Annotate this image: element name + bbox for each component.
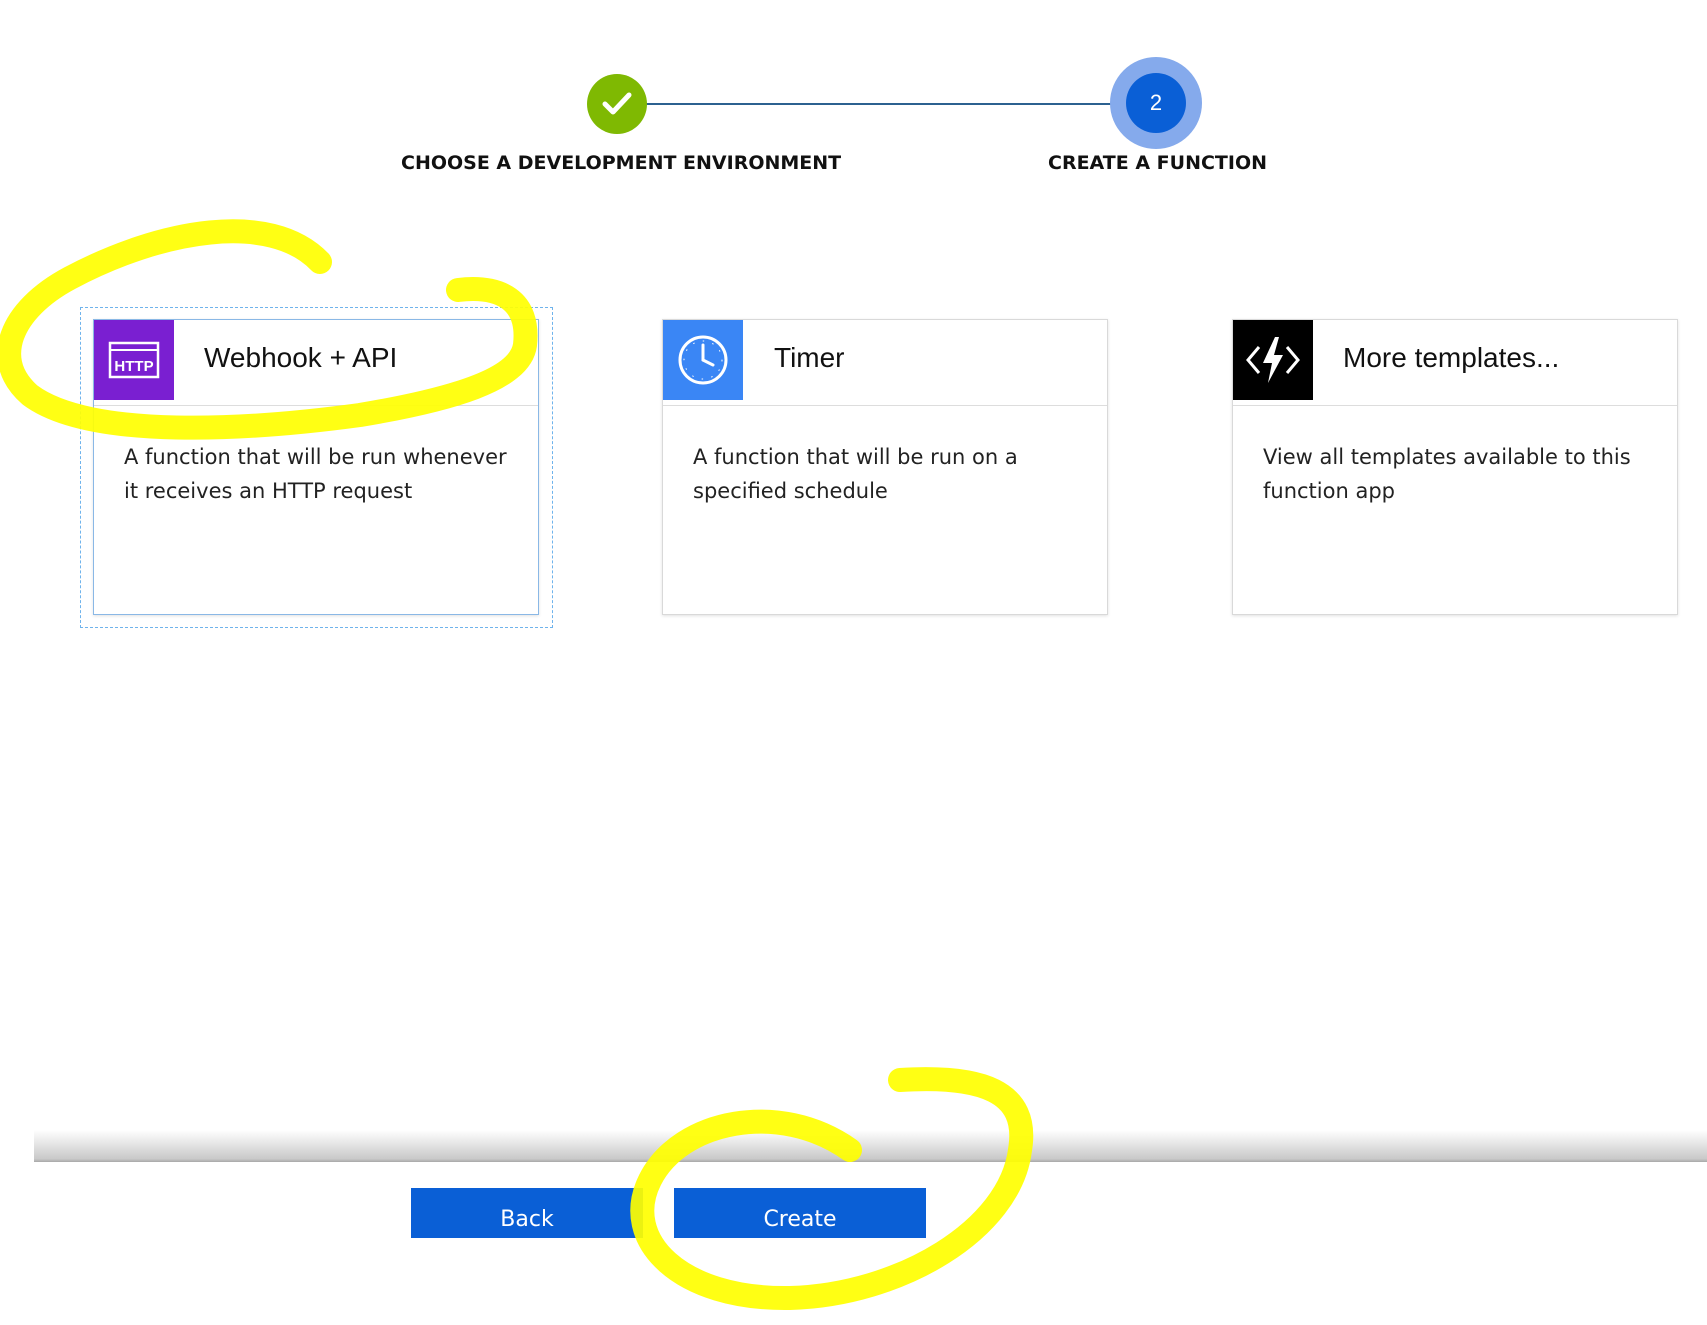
- card-header: HTTP Webhook + API: [94, 320, 538, 406]
- function-bolt-icon: [1233, 320, 1313, 400]
- card-header: More templates...: [1233, 320, 1677, 406]
- card-title: Timer: [774, 342, 845, 373]
- footer-divider: [34, 1130, 1707, 1162]
- http-icon: HTTP: [94, 320, 174, 400]
- card-description: A function that will be run on a specifi…: [693, 445, 1018, 503]
- card-title: More templates...: [1343, 342, 1560, 373]
- step-2-number: 2: [1126, 73, 1186, 133]
- card-description: A function that will be run whenever it …: [124, 445, 507, 503]
- clock-icon: [663, 320, 743, 400]
- card-header: Timer: [663, 320, 1107, 406]
- create-button[interactable]: Create: [674, 1188, 926, 1238]
- card-description: View all templates available to this fun…: [1263, 445, 1631, 503]
- step-connector-line: [617, 103, 1157, 105]
- step-1-completed: [587, 74, 647, 134]
- step-1-label: CHOOSE A DEVELOPMENT ENVIRONMENT: [401, 152, 842, 174]
- back-button[interactable]: Back: [411, 1188, 643, 1238]
- back-button-label: Back: [500, 1206, 554, 1232]
- card-title: Webhook + API: [204, 342, 398, 373]
- checkmark-icon: [602, 92, 632, 115]
- template-card-webhook-api[interactable]: HTTP Webhook + API A function that will …: [93, 319, 539, 615]
- create-button-label: Create: [763, 1206, 837, 1232]
- template-card-more-templates[interactable]: More templates... View all templates ava…: [1232, 319, 1678, 615]
- template-card-timer[interactable]: Timer A function that will be run on a s…: [662, 319, 1108, 615]
- highlighter-annotations: [0, 219, 1034, 1311]
- http-icon-text: HTTP: [114, 358, 153, 375]
- step-2-label: CREATE A FUNCTION: [1048, 152, 1267, 174]
